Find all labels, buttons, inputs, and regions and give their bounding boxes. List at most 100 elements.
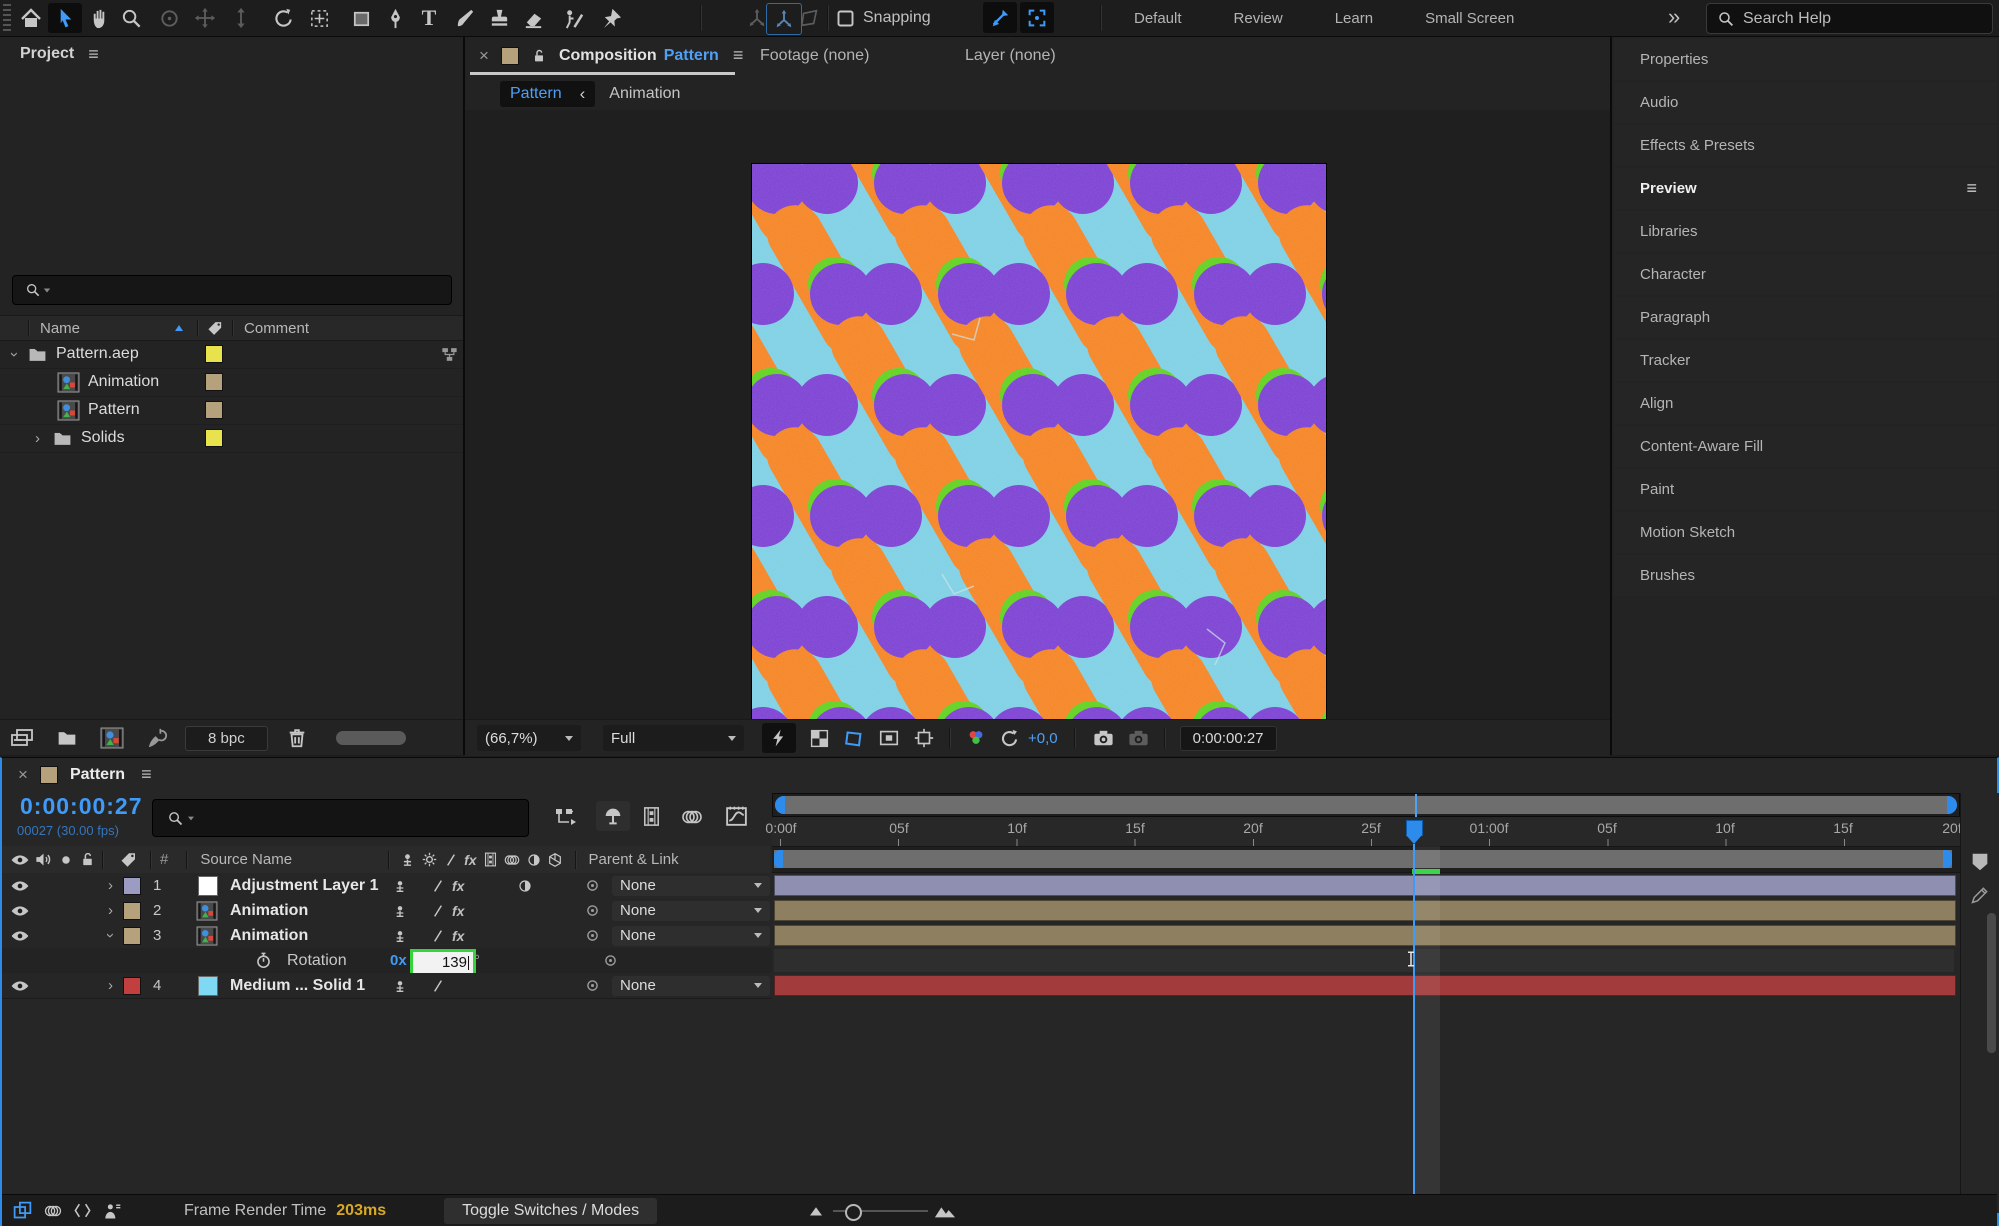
type-tool[interactable]: T [412, 3, 446, 33]
column-source-name[interactable]: Source Name [200, 851, 292, 868]
snapping-toggle[interactable]: Snapping [835, 3, 931, 33]
search-filter-chevron[interactable] [43, 288, 51, 292]
expand-chevron-icon[interactable]: › [6, 352, 23, 357]
shy-switch[interactable] [392, 978, 408, 994]
zoom-out-mountain-icon[interactable] [807, 1202, 825, 1220]
effects-column-icon[interactable]: fx [464, 852, 476, 868]
breadcrumb-back-chevron[interactable]: ‹ [580, 84, 586, 104]
3d-column-icon[interactable] [547, 852, 563, 868]
column-number[interactable]: # [160, 851, 168, 868]
timeline-tab-name[interactable]: Pattern [70, 766, 125, 784]
timeline-navigator[interactable] [772, 793, 1960, 818]
flowchart-icon[interactable] [440, 345, 459, 364]
frame-blending-icon[interactable] [640, 805, 663, 828]
expand-chevron-icon[interactable]: › [108, 878, 113, 893]
motion-blur-icon[interactable] [680, 805, 704, 829]
layer-2-duration-bar[interactable] [774, 900, 1956, 921]
fast-previews-button[interactable] [762, 723, 796, 753]
show-snapshot-icon[interactable] [1127, 727, 1150, 750]
magnification-dropdown[interactable]: (66,7%) [477, 725, 581, 751]
adjustment-column-icon[interactable] [526, 852, 542, 868]
video-column-icon[interactable] [10, 850, 30, 870]
toggle-switches-button[interactable]: Toggle Switches / Modes [444, 1197, 658, 1224]
workspace-learn[interactable]: Learn [1335, 10, 1373, 27]
trash-icon[interactable] [286, 727, 308, 749]
shy-switch[interactable] [392, 903, 408, 919]
frame-blend-column-icon[interactable] [482, 851, 499, 868]
pick-whip-icon[interactable] [584, 902, 601, 919]
sidebar-item-character[interactable]: Character [1614, 254, 1997, 295]
rotation-label[interactable]: Rotation [287, 952, 347, 970]
parent-dropdown[interactable]: None [612, 975, 770, 996]
zoom-in-mountain-icon[interactable] [934, 1200, 956, 1222]
snap-to-edges-button[interactable] [983, 2, 1017, 33]
composition-mini-flowchart-icon[interactable] [554, 805, 578, 829]
audio-column-icon[interactable] [34, 850, 53, 869]
resolution-dropdown[interactable]: Full [603, 725, 744, 751]
parent-dropdown[interactable]: None [612, 925, 770, 946]
bit-depth-button[interactable]: 8 bpc [185, 725, 268, 751]
lock-column-icon[interactable] [79, 851, 96, 868]
playhead-handle[interactable] [1406, 820, 1423, 836]
collapse-column-icon[interactable] [421, 851, 438, 868]
roto-brush-tool[interactable] [556, 3, 590, 33]
sidebar-item-paint[interactable]: Paint [1614, 469, 1997, 510]
label-column-icon[interactable] [207, 320, 224, 337]
layer-row-1[interactable]: › 1 Adjustment Layer 1 fx None [2, 873, 772, 899]
timeline-search-input[interactable] [152, 799, 529, 837]
search-help-box[interactable]: Search Help [1706, 3, 1993, 34]
sidebar-item-content-aware-fill[interactable]: Content-Aware Fill [1614, 426, 1997, 467]
label-color-chip[interactable] [205, 345, 223, 363]
sidebar-item-align[interactable]: Align [1614, 383, 1997, 424]
rotation-value[interactable]: 139 [442, 954, 467, 971]
pick-whip-icon[interactable] [584, 977, 601, 994]
comp-tab-title[interactable]: Composition [559, 47, 657, 65]
sidebar-item-effects-presets[interactable]: Effects & Presets [1614, 125, 1997, 166]
quality-switch[interactable] [430, 978, 446, 994]
channel-icon[interactable] [965, 727, 987, 749]
layer-4-duration-bar[interactable] [774, 975, 1956, 996]
playhead-handle-point[interactable] [1406, 835, 1422, 844]
project-item-pattern[interactable]: Pattern [0, 396, 463, 425]
pick-whip-icon[interactable] [584, 927, 601, 944]
workspace-overflow-chevrons[interactable]: » [1668, 4, 1680, 30]
pen-tool[interactable] [378, 3, 412, 33]
pick-whip-icon[interactable] [584, 877, 601, 894]
reset-exposure-icon[interactable] [999, 728, 1020, 749]
rotation-track-area[interactable] [774, 949, 1954, 972]
layer-row-4[interactable]: › 4 Medium ... Solid 1 None [2, 973, 772, 999]
workspace-default[interactable]: Default [1134, 10, 1182, 27]
zoom-tool[interactable] [114, 3, 148, 33]
eye-icon[interactable] [10, 976, 30, 996]
layer-label-chip[interactable] [123, 876, 141, 895]
layer-name[interactable]: Animation [230, 902, 308, 920]
rectangle-tool[interactable] [344, 3, 378, 33]
layer-3-duration-bar[interactable] [774, 925, 1956, 946]
motion-blur-column-icon[interactable] [503, 851, 521, 869]
sidebar-item-paragraph[interactable]: Paragraph [1614, 297, 1997, 338]
expanded-chevron-icon[interactable]: › [102, 933, 119, 938]
draft-3d-button[interactable] [596, 801, 630, 831]
time-ruler[interactable]: 0:00f 05f 10f 15f 20f 25f 01:00f 05f 10f… [765, 817, 1962, 847]
shy-switch[interactable] [392, 928, 408, 944]
timeline-tab-menu-icon[interactable]: ≡ [141, 764, 152, 785]
project-item-solids[interactable]: › Solids [0, 424, 463, 453]
clone-stamp-tool[interactable] [482, 3, 516, 33]
project-item-pattern-aep[interactable]: › Pattern.aep [0, 340, 463, 369]
eye-icon[interactable] [10, 876, 30, 896]
render-frames-icon[interactable] [12, 1200, 33, 1221]
column-name[interactable]: Name [40, 320, 80, 337]
hand-tool[interactable] [82, 3, 116, 33]
project-settings-icon[interactable] [146, 727, 169, 750]
exposure-value[interactable]: +0,0 [1028, 730, 1058, 747]
toolbar-grip[interactable] [3, 4, 11, 32]
comp-timecode[interactable]: 0:00:00:27 [1179, 725, 1277, 751]
pan-camera-tool[interactable] [188, 3, 222, 33]
layer-label-chip[interactable] [123, 901, 141, 920]
region-of-interest-icon[interactable] [843, 727, 865, 749]
shy-switch[interactable] [392, 878, 408, 894]
label-color-chip[interactable] [205, 401, 223, 419]
snapshot-icon[interactable] [1092, 727, 1115, 750]
pick-whip-icon[interactable] [602, 952, 619, 969]
fx-switch[interactable]: fx [452, 903, 464, 919]
